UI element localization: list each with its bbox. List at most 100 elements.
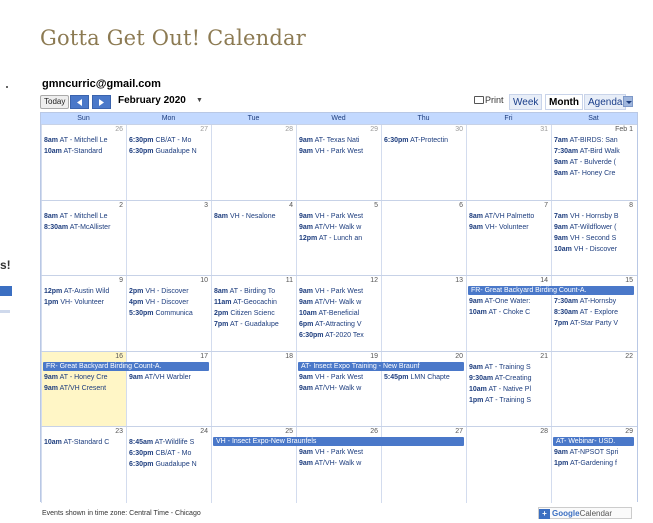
calendar-event[interactable]: 9am AT- Honey Cre xyxy=(554,169,635,178)
day-number[interactable]: 18 xyxy=(285,353,293,360)
day-number[interactable]: 21 xyxy=(540,353,548,360)
day-number[interactable]: 12 xyxy=(370,277,378,284)
day-cell[interactable]: 13 xyxy=(381,276,466,352)
multi-day-event[interactable]: FR- Great Backyard Birding Count-A. xyxy=(43,361,209,371)
day-cell[interactable]: 24 8:45am AT-Wildlife S 6:30pm CB/AT - Mo 6… xyxy=(126,427,211,503)
day-cell[interactable]: 28 xyxy=(466,427,551,503)
day-number[interactable]: 16 xyxy=(115,353,123,360)
calendar-event[interactable]: 6:30pm AT-2020 Tex xyxy=(299,331,380,340)
calendar-event[interactable]: 9am AT/VH- Walk w xyxy=(299,384,380,393)
multi-day-event[interactable]: FR- Great Backyard Birding Count-A. xyxy=(468,286,634,295)
day-number[interactable]: 6 xyxy=(459,202,463,209)
day-number[interactable]: 26 xyxy=(370,428,378,435)
calendar-event[interactable]: 10am AT-Standard C xyxy=(44,438,125,447)
multi-day-event[interactable]: AT- Insect Expo Training - New Braunf xyxy=(298,361,464,371)
calendar-event[interactable]: 9am VH - Second S xyxy=(554,234,635,243)
calendar-event[interactable]: 9am AT-NPSOT Spri xyxy=(554,448,635,457)
calendar-event[interactable]: 9am AT/VH- Walk w xyxy=(299,298,380,307)
calendar-event[interactable]: 9am VH- Volunteer xyxy=(469,223,550,232)
calendar-event[interactable]: 8:30am AT - Explore xyxy=(554,308,635,317)
calendar-event[interactable]: 9am AT/VH Warbler xyxy=(129,373,210,382)
calendar-event[interactable]: 9am VH - Park West xyxy=(299,373,380,382)
day-number[interactable]: 2 xyxy=(119,202,123,209)
calendar-event[interactable]: 7:30am AT-Bird Walk xyxy=(554,147,635,156)
day-cell[interactable]: 6 xyxy=(381,200,466,277)
calendar-event[interactable]: 6:30pm CB/AT - Mo xyxy=(129,449,210,458)
calendar-event[interactable]: 9am AT/VH Cresent xyxy=(44,384,125,393)
calendar-event[interactable]: 9am AT/VH- Walk w xyxy=(299,223,380,232)
day-cell[interactable]: 26 8am AT - Mitchell Le 10am AT-Standard xyxy=(41,125,126,201)
day-cell[interactable]: 18 xyxy=(211,351,296,428)
calendar-event[interactable]: 12pm AT - Lunch an xyxy=(299,234,380,243)
day-cell[interactable]: 27 6:30pm CB/AT - Mo 6:30pm Guadalupe N xyxy=(126,125,211,201)
calendar-event[interactable]: 8am AT/VH Palmetto xyxy=(469,212,550,221)
calendar-event[interactable]: 7pm AT-Star Party V xyxy=(554,319,635,328)
tab-week[interactable]: Week xyxy=(509,94,543,110)
day-number[interactable]: 28 xyxy=(285,126,293,133)
day-cell[interactable]: 28 xyxy=(211,125,296,201)
day-number[interactable]: 9 xyxy=(119,277,123,284)
calendar-event[interactable]: 9am VH - Park West xyxy=(299,147,380,156)
day-number[interactable]: Feb 1 xyxy=(615,126,633,133)
day-cell[interactable]: 22 xyxy=(551,351,636,428)
multi-day-event[interactable]: AT- Webinar- USD. xyxy=(553,437,634,446)
calendar-event[interactable]: 6:30pm AT-Protectin xyxy=(384,136,465,145)
calendar-event[interactable]: 5:30pm Communica xyxy=(129,309,210,318)
calendar-event[interactable]: 4pm VH - Discover xyxy=(129,298,210,307)
day-number[interactable]: 19 xyxy=(370,353,378,360)
day-cell[interactable]: 5 9am VH - Park West 9am AT/VH- Walk w 12pm… xyxy=(296,200,381,277)
calendar-event[interactable]: 10am VH - Discover xyxy=(554,245,635,254)
view-menu-dropdown-icon[interactable] xyxy=(623,96,633,107)
calendar-event[interactable]: 9am AT - Bulverde ( xyxy=(554,158,635,167)
calendar-event[interactable]: 9am VH - Park West xyxy=(299,287,380,296)
prev-month-button[interactable] xyxy=(70,95,89,109)
day-number[interactable]: 3 xyxy=(204,202,208,209)
calendar-event[interactable]: 9am AT- Texas Nati xyxy=(299,136,380,145)
calendar-event[interactable]: 9am AT-One Water: xyxy=(469,297,550,306)
day-cell[interactable]: 12 9am VH - Park West 9am AT/VH- Walk w 10a… xyxy=(296,276,381,352)
day-cell[interactable]: 8 7am VH - Hornsby B 9am AT-Wildflower ( 9a… xyxy=(551,200,636,277)
day-number[interactable]: 14 xyxy=(540,277,548,284)
calendar-event[interactable]: 7am VH - Hornsby B xyxy=(554,212,635,221)
day-cell[interactable]: 23 10am AT-Standard C xyxy=(41,427,126,503)
day-cell[interactable]: 9 12pm AT-Austin Wild 1pm VH- Volunteer xyxy=(41,276,126,352)
calendar-event[interactable]: 7pm AT - Guadalupe xyxy=(214,320,295,329)
day-number[interactable]: 11 xyxy=(286,277,293,284)
multi-day-event[interactable]: VH - Insect Expo-New Braunfels xyxy=(213,437,464,446)
day-number[interactable]: 7 xyxy=(544,202,548,209)
calendar-event[interactable]: 6:30pm Guadalupe N xyxy=(129,147,210,156)
calendar-event[interactable]: 9am VH - Park West xyxy=(299,212,380,221)
calendar-event[interactable]: 1pm VH- Volunteer xyxy=(44,298,125,307)
day-cell[interactable]: 3 xyxy=(126,200,211,277)
calendar-event[interactable]: 10am AT - Native Pl xyxy=(469,385,550,394)
day-number[interactable]: 8 xyxy=(629,202,633,209)
day-cell[interactable]: 21 9am AT - Training S 9:30am AT-Creating 1… xyxy=(466,351,551,428)
day-cell[interactable]: 4 8am VH - Nesalone xyxy=(211,200,296,277)
calendar-event[interactable]: 8am AT - Mitchell Le xyxy=(44,212,125,221)
calendar-event[interactable]: 6:30pm Guadalupe N xyxy=(129,460,210,469)
calendar-event[interactable]: 8am AT - Mitchell Le xyxy=(44,136,125,145)
calendar-event[interactable]: 9:30am AT-Creating xyxy=(469,374,550,383)
calendar-event[interactable]: 12pm AT-Austin Wild xyxy=(44,287,125,296)
day-number[interactable]: 5 xyxy=(374,202,378,209)
today-button[interactable]: Today xyxy=(40,95,70,109)
day-number[interactable]: 26 xyxy=(115,126,123,133)
calendar-event[interactable]: 6pm AT-Attracting V xyxy=(299,320,380,329)
calendar-event[interactable]: 9am AT-Wildflower ( xyxy=(554,223,635,232)
calendar-event[interactable]: 5:45pm LMN Chapte xyxy=(384,373,465,382)
calendar-event[interactable]: 1pm AT - Training S xyxy=(469,396,550,405)
calendar-event[interactable]: 9am AT/VH- Walk w xyxy=(299,459,380,468)
calendar-event[interactable]: 2pm Citizen Scienc xyxy=(214,309,295,318)
calendar-event[interactable]: 10am AT-Standard xyxy=(44,147,125,156)
day-cell[interactable]: Feb 1 7am AT-BIRDS: San 7:30am AT-Bird Wal… xyxy=(551,125,636,201)
day-number[interactable]: 22 xyxy=(625,353,633,360)
calendar-event[interactable]: 8am VH - Nesalone xyxy=(214,212,295,221)
calendar-event[interactable]: 9am VH - Park West xyxy=(299,448,380,457)
calendar-event[interactable]: 8:30am AT-McAllister xyxy=(44,223,125,232)
calendar-event[interactable]: 11am AT-Geocachin xyxy=(214,298,295,307)
calendar-event[interactable]: 8am AT - Birding To xyxy=(214,287,295,296)
day-cell[interactable]: 7 8am AT/VH Palmetto 9am VH- Volunteer xyxy=(466,200,551,277)
day-cell[interactable]: 29 9am AT- Texas Nati 9am VH - Park West xyxy=(296,125,381,201)
day-number[interactable]: 28 xyxy=(540,428,548,435)
calendar-event[interactable]: 8:45am AT-Wildlife S xyxy=(129,438,210,447)
